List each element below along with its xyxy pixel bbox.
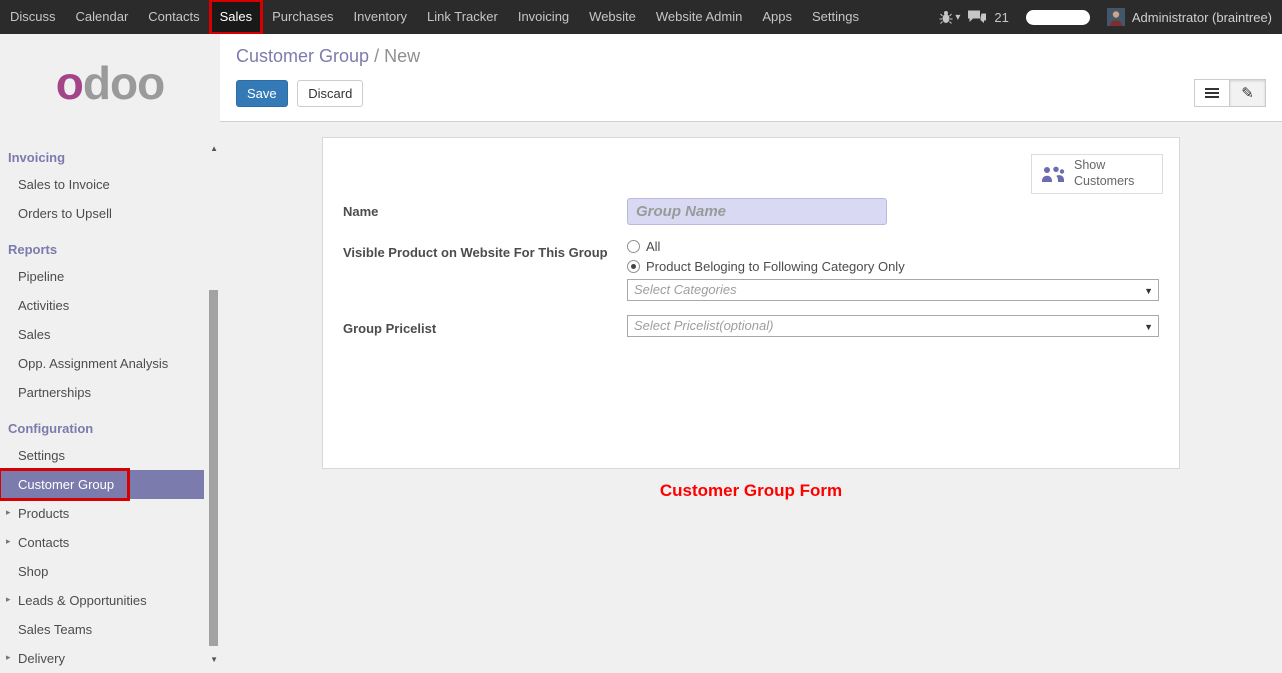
menu-link-tracker[interactable]: Link Tracker bbox=[417, 0, 508, 34]
sidebar-menu: Invoicing Sales to Invoice Orders to Ups… bbox=[0, 144, 220, 673]
menu-sales[interactable]: Sales bbox=[210, 0, 263, 34]
expand-caret-icon: ▸ bbox=[6, 652, 11, 663]
user-menu[interactable]: Administrator (braintree) bbox=[1132, 10, 1272, 25]
section-invoicing: Invoicing bbox=[0, 144, 220, 170]
menu-settings[interactable]: Settings bbox=[802, 0, 869, 34]
expand-caret-icon: ▸ bbox=[6, 594, 11, 605]
sidebar: odoo Invoicing Sales to Invoice Orders t… bbox=[0, 34, 220, 666]
sidebar-item-delivery[interactable]: ▸Delivery bbox=[0, 644, 220, 673]
radio-category-only[interactable]: Product Beloging to Following Category O… bbox=[627, 259, 1159, 274]
sidebar-item-sales[interactable]: Sales bbox=[0, 320, 220, 349]
user-avatar[interactable] bbox=[1107, 8, 1125, 26]
pricelist-label: Group Pricelist bbox=[343, 315, 627, 337]
expand-caret-icon: ▸ bbox=[6, 507, 11, 518]
visibility-label: Visible Product on Website For This Grou… bbox=[343, 239, 627, 301]
radio-all[interactable]: All bbox=[627, 239, 1159, 254]
breadcrumb-customer-group[interactable]: Customer Group bbox=[236, 46, 369, 66]
show-customers-label: Show Customers bbox=[1074, 158, 1146, 189]
select-caret-icon: ▼ bbox=[1144, 316, 1153, 337]
edit-pencil-icon: ✎ bbox=[1241, 84, 1254, 102]
user-avatar-icon bbox=[1107, 8, 1125, 26]
categories-select[interactable]: Select Categories ▼ bbox=[627, 279, 1159, 301]
view-switcher: ✎ bbox=[1194, 79, 1266, 107]
top-navbar: Discuss Calendar Contacts Sales Purchase… bbox=[0, 0, 1282, 34]
pricelist-row: Group Pricelist Select Pricelist(optiona… bbox=[343, 315, 1159, 337]
menu-contacts[interactable]: Contacts bbox=[138, 0, 209, 34]
menu-inventory[interactable]: Inventory bbox=[344, 0, 417, 34]
form-view-button[interactable]: ✎ bbox=[1230, 79, 1266, 107]
breadcrumb-separator: / bbox=[374, 46, 384, 66]
name-row: Name bbox=[343, 198, 1159, 225]
show-customers-button[interactable]: Show Customers bbox=[1031, 154, 1163, 194]
scroll-down-icon[interactable]: ▼ bbox=[210, 655, 218, 664]
radio-button-icon[interactable] bbox=[627, 240, 640, 253]
main-area: Customer Group / New Save Discard ✎ bbox=[220, 34, 1282, 666]
section-configuration: Configuration bbox=[0, 415, 220, 441]
sidebar-item-shop[interactable]: Shop bbox=[0, 557, 220, 586]
scroll-up-icon[interactable]: ▲ bbox=[210, 144, 218, 153]
sidebar-item-sales-to-invoice[interactable]: Sales to Invoice bbox=[0, 170, 220, 199]
sidebar-item-pipeline[interactable]: Pipeline bbox=[0, 262, 220, 291]
sidebar-item-leads-opportunities[interactable]: ▸Leads & Opportunities bbox=[0, 586, 220, 615]
control-buttons: Save Discard bbox=[236, 80, 1266, 107]
annotation-caption: Customer Group Form bbox=[220, 481, 1282, 501]
expand-caret-icon: ▸ bbox=[6, 536, 11, 547]
discard-button[interactable]: Discard bbox=[297, 80, 363, 107]
sidebar-item-contacts[interactable]: ▸Contacts bbox=[0, 528, 220, 557]
control-panel: Customer Group / New Save Discard ✎ bbox=[220, 34, 1282, 122]
menu-discuss[interactable]: Discuss bbox=[0, 0, 66, 34]
messages-icon[interactable] bbox=[967, 10, 987, 24]
menu-website[interactable]: Website bbox=[579, 0, 646, 34]
sidebar-item-orders-to-upsell[interactable]: Orders to Upsell bbox=[0, 199, 220, 228]
sidebar-item-customer-group[interactable]: Customer Group bbox=[0, 470, 204, 499]
pricelist-select[interactable]: Select Pricelist(optional) ▼ bbox=[627, 315, 1159, 337]
save-button[interactable]: Save bbox=[236, 80, 288, 107]
form-content: Show Customers Name Visible Product on W… bbox=[220, 122, 1282, 666]
list-icon bbox=[1205, 88, 1219, 90]
list-view-button[interactable] bbox=[1194, 79, 1230, 107]
sidebar-item-activities[interactable]: Activities bbox=[0, 291, 220, 320]
systray: ▾ 21 Administrator (braintree) bbox=[939, 0, 1282, 34]
sidebar-scrollbar[interactable] bbox=[209, 290, 218, 646]
customers-group-icon bbox=[1040, 165, 1066, 183]
sidebar-item-settings[interactable]: Settings bbox=[0, 441, 220, 470]
sidebar-item-sales-teams[interactable]: Sales Teams bbox=[0, 615, 220, 644]
radio-category-label: Product Beloging to Following Category O… bbox=[646, 259, 905, 274]
visibility-row: Visible Product on Website For This Grou… bbox=[343, 239, 1159, 301]
select-caret-icon: ▼ bbox=[1144, 280, 1153, 301]
breadcrumb: Customer Group / New bbox=[236, 46, 1266, 67]
menu-purchases[interactable]: Purchases bbox=[262, 0, 343, 34]
name-label: Name bbox=[343, 198, 627, 225]
menu-calendar[interactable]: Calendar bbox=[66, 0, 139, 34]
sidebar-item-partnerships[interactable]: Partnerships bbox=[0, 378, 220, 407]
sidebar-item-products[interactable]: ▸Products bbox=[0, 499, 220, 528]
section-reports: Reports bbox=[0, 236, 220, 262]
sidebar-item-opp-assignment-analysis[interactable]: Opp. Assignment Analysis bbox=[0, 349, 220, 378]
menu-apps[interactable]: Apps bbox=[752, 0, 802, 34]
dropdown-caret-icon: ▾ bbox=[955, 12, 960, 23]
radio-all-label: All bbox=[646, 239, 660, 254]
radio-button-checked-icon[interactable] bbox=[627, 260, 640, 273]
menu-invoicing[interactable]: Invoicing bbox=[508, 0, 579, 34]
form-sheet: Show Customers Name Visible Product on W… bbox=[322, 137, 1180, 469]
messages-count: 21 bbox=[994, 10, 1008, 25]
group-name-input[interactable] bbox=[627, 198, 887, 225]
odoo-logo: odoo bbox=[0, 34, 220, 136]
breadcrumb-current: New bbox=[384, 46, 420, 66]
systray-pill[interactable] bbox=[1026, 10, 1090, 25]
debug-icon[interactable]: ▾ bbox=[939, 10, 960, 24]
menu-website-admin[interactable]: Website Admin bbox=[646, 0, 752, 34]
